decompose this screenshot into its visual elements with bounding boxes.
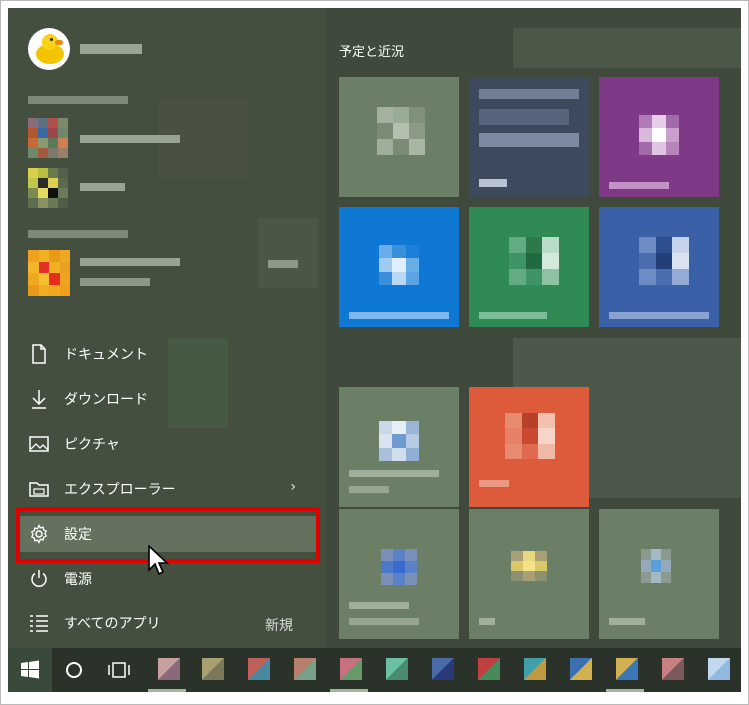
list-icon	[28, 612, 50, 634]
new-badge: 新規	[265, 618, 293, 634]
user-avatar-icon[interactable]	[28, 28, 70, 70]
live-tile[interactable]	[469, 207, 589, 327]
windows-logo-icon[interactable]	[8, 648, 52, 692]
live-tile[interactable]	[339, 207, 459, 327]
taskbar-app-icon[interactable]	[248, 658, 270, 680]
recent-header-blurred	[28, 230, 128, 238]
start-menu: ドキュメント ダウンロード ピクチャ エクスプローラー › 設定 電源 すべての…	[8, 8, 741, 692]
taskbar-app-icon[interactable]	[662, 658, 684, 680]
live-tile[interactable]	[339, 77, 459, 197]
mouse-cursor-icon	[147, 544, 171, 583]
taskbar-app-icon[interactable]	[616, 658, 638, 680]
explorer-folder-icon	[28, 478, 50, 500]
taskbar-app-icon[interactable]	[386, 658, 408, 680]
app-label-blurred[interactable]	[80, 135, 180, 143]
taskbar-app-icon[interactable]	[708, 658, 730, 680]
bg-blur	[513, 28, 741, 68]
nav-explorer[interactable]: エクスプローラー ›	[16, 471, 316, 507]
app-icon[interactable]	[28, 118, 68, 158]
live-tile[interactable]	[469, 77, 589, 197]
live-tile[interactable]	[469, 387, 589, 507]
nav-documents-label: ドキュメント	[64, 347, 148, 363]
chevron-right-icon[interactable]: ›	[290, 479, 296, 495]
app-label-blurred[interactable]	[80, 183, 125, 191]
live-tile[interactable]	[339, 509, 459, 639]
screenshot-frame: ドキュメント ダウンロード ピクチャ エクスプローラー › 設定 電源 すべての…	[0, 0, 749, 705]
nav-documents[interactable]: ドキュメント	[16, 336, 316, 372]
nav-downloads[interactable]: ダウンロード	[16, 381, 316, 417]
taskbar	[8, 648, 741, 692]
app-icon[interactable]	[28, 168, 68, 208]
tiles-section-title: 予定と近況	[339, 45, 405, 60]
live-tile[interactable]	[469, 509, 589, 639]
cortana-circle-icon[interactable]	[64, 660, 84, 680]
taskbar-app-icon[interactable]	[340, 658, 362, 680]
taskbar-active-indicator	[148, 689, 186, 692]
nav-power-label: 電源	[64, 572, 92, 588]
nav-all-apps-label: すべてのアプリ	[64, 616, 161, 632]
download-icon	[28, 388, 50, 410]
taskbar-app-icon[interactable]	[158, 658, 180, 680]
live-tile[interactable]	[599, 77, 719, 197]
taskbar-app-icon[interactable]	[432, 658, 454, 680]
taskbar-app-icon[interactable]	[294, 658, 316, 680]
app-label-blurred[interactable]	[268, 260, 298, 268]
recent-header-blurred	[28, 96, 128, 104]
taskbar-app-icon[interactable]	[570, 658, 592, 680]
taskbar-app-icon[interactable]	[202, 658, 224, 680]
live-tile[interactable]	[339, 387, 459, 507]
taskbar-active-indicator	[606, 689, 644, 692]
app-icon[interactable]	[28, 250, 70, 296]
taskbar-app-icon[interactable]	[478, 658, 500, 680]
power-icon	[28, 568, 50, 590]
nav-pictures-label: ピクチャ	[64, 437, 120, 453]
task-view-icon[interactable]	[107, 660, 131, 680]
picture-icon	[28, 433, 50, 455]
nav-explorer-label: エクスプローラー	[64, 482, 176, 498]
taskbar-active-indicator	[330, 689, 368, 692]
live-tile[interactable]	[599, 509, 719, 639]
document-icon	[28, 343, 50, 365]
nav-downloads-label: ダウンロード	[64, 392, 148, 408]
user-name-blurred[interactable]	[80, 44, 142, 54]
live-tile[interactable]	[599, 207, 719, 327]
app-label-blurred[interactable]	[80, 278, 150, 286]
nav-pictures[interactable]: ピクチャ	[16, 426, 316, 462]
taskbar-app-icon[interactable]	[524, 658, 546, 680]
app-label-blurred[interactable]	[80, 258, 180, 266]
